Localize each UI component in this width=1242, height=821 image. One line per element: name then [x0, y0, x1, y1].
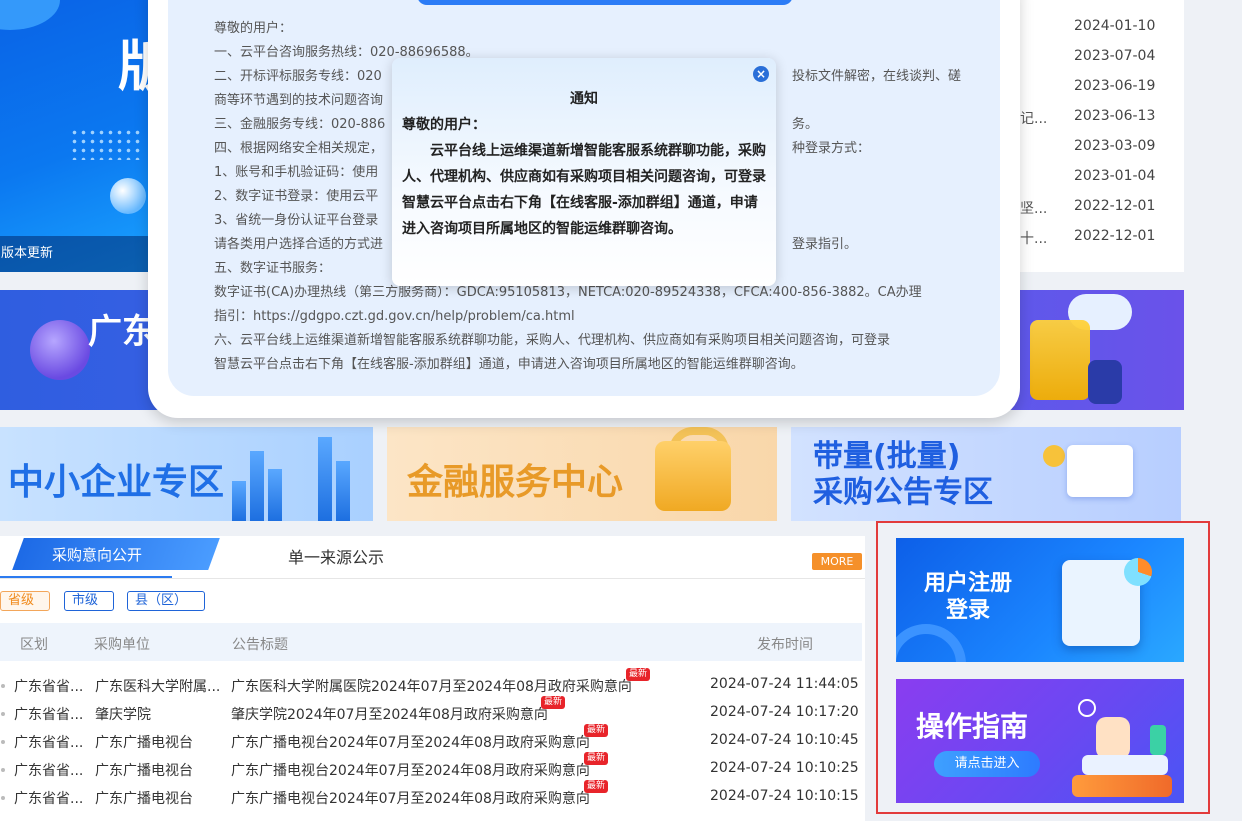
hero-banner[interactable]: 版 版本更新	[0, 0, 148, 272]
coin-icon	[1043, 445, 1065, 467]
table-row[interactable]: 广东省省... 广东广播电视台 广东广播电视台2024年07月至2024年08月…	[0, 780, 865, 812]
finance-center-title: 金融服务中心	[407, 462, 624, 503]
divider	[0, 578, 865, 579]
tab-intent-disclosure[interactable]: 采购意向公开	[52, 544, 142, 565]
new-badge: 最新	[584, 724, 609, 737]
new-badge: 最新	[584, 752, 609, 765]
new-badge: 最新	[584, 780, 609, 793]
new-badge: 最新	[626, 668, 651, 681]
news-item[interactable]: 2023-07-04	[1020, 42, 1184, 72]
modal-header-bar	[417, 0, 793, 5]
finance-center-tile[interactable]: 金融服务中心	[387, 427, 777, 521]
news-item[interactable]: 记... 2023-06-13	[1020, 102, 1184, 132]
bullet-dot	[1, 712, 5, 716]
news-item[interactable]: 2023-06-19	[1020, 72, 1184, 102]
books-illustration	[1072, 775, 1172, 797]
chart-screen-icon	[1067, 445, 1133, 497]
hero-big-text: 版	[118, 35, 148, 98]
new-badge: 最新	[541, 696, 566, 709]
news-item[interactable]: 2024-01-10	[1020, 12, 1184, 42]
filter-city[interactable]: 市级	[64, 591, 114, 611]
building-shape	[268, 469, 282, 521]
bullet-dot	[1, 768, 5, 772]
news-date: 2023-01-04	[1074, 168, 1156, 184]
building-shape	[318, 437, 332, 521]
bulk-purchase-tile[interactable]: 带量(批量) 采购公告专区	[791, 427, 1181, 521]
plant-icon	[1150, 725, 1166, 755]
news-date: 2023-03-09	[1074, 138, 1156, 154]
decor-sphere	[30, 320, 90, 380]
register-title: 用户注册 登录	[923, 571, 1012, 623]
building-shape	[336, 461, 350, 521]
tab-single-source[interactable]: 单一来源公示	[288, 544, 384, 568]
table-header: 区划 采购单位 公告标题 发布时间	[0, 623, 862, 661]
decor-dots	[70, 128, 140, 160]
filter-county[interactable]: 县（区）	[127, 591, 205, 611]
pie-chart-icon	[1124, 558, 1152, 586]
col-title: 公告标题	[232, 637, 288, 653]
col-time: 发布时间	[757, 637, 813, 653]
chair-illustration	[1088, 360, 1122, 404]
row-title-link[interactable]: 广东广播电视台2024年07月至2024年08月政府采购意向	[231, 732, 590, 752]
table-row[interactable]: 广东省省... 广东广播电视台 广东广播电视台2024年07月至2024年08月…	[0, 752, 865, 784]
col-unit: 采购单位	[94, 637, 150, 653]
row-title-link[interactable]: 广东广播电视台2024年07月至2024年08月政府采购意向	[231, 760, 590, 780]
news-date: 2022-12-01	[1074, 198, 1156, 214]
guide-enter-button[interactable]: 请点击进入	[934, 751, 1040, 777]
row-title-link[interactable]: 广东广播电视台2024年07月至2024年08月政府采购意向	[231, 788, 590, 808]
person-illustration	[1096, 717, 1130, 759]
news-date: 2024-01-10	[1074, 18, 1156, 34]
procurement-panel: 采购意向公开 单一来源公示 MORE 省级 市级 县（区） 区划 采购单位 公告…	[0, 536, 865, 821]
person-illustration	[1030, 320, 1090, 400]
building-shape	[250, 451, 264, 521]
user-register-login-card[interactable]: 用户注册 登录	[896, 538, 1184, 662]
news-list: 2024-01-10 2023-07-04 2023-06-19 记... 202…	[1020, 0, 1184, 272]
news-date: 2023-06-13	[1074, 108, 1156, 124]
news-item[interactable]: 十... 2022-12-01	[1020, 222, 1184, 252]
hero-caption[interactable]: 版本更新	[0, 236, 148, 272]
bulk-purchase-title: 带量(批量) 采购公告专区	[813, 439, 993, 510]
news-item[interactable]: 2023-01-04	[1020, 162, 1184, 192]
clock-icon	[1078, 699, 1096, 717]
table-row[interactable]: 广东省省... 广东广播电视台 广东广播电视台2024年07月至2024年08月…	[0, 724, 865, 756]
decor-circle	[0, 0, 60, 30]
col-region: 区划	[20, 637, 48, 653]
news-item[interactable]: 2023-03-09	[1020, 132, 1184, 162]
notice-text: 云平台线上运维渠道新增智能客服系统群聊功能，采购人、代理机构、供应商如有采购项目…	[402, 143, 766, 237]
notice-title: 通知	[570, 91, 598, 107]
bullet-dot	[1, 796, 5, 800]
decor-ball	[110, 178, 146, 214]
table-row[interactable]: 广东省省... 广东医科大学附属... 广东医科大学附属医院2024年07月至2…	[0, 668, 865, 700]
news-date: 2023-06-19	[1074, 78, 1156, 94]
row-title-link[interactable]: 肇庆学院2024年07月至2024年08月政府采购意向	[231, 704, 548, 724]
notice-greeting: 尊敬的用户：	[402, 117, 486, 133]
news-date: 2023-07-04	[1074, 48, 1156, 64]
news-item[interactable]: 坚... 2022-12-01	[1020, 192, 1184, 222]
notice-body: 尊敬的用户： 云平台线上运维渠道新增智能客服系统群聊功能，采购人、代理机构、供应…	[402, 112, 768, 242]
more-button[interactable]: MORE	[812, 553, 862, 570]
bullet-dot	[1, 740, 5, 744]
sme-zone-title: 中小企业专区	[8, 462, 225, 503]
sme-zone-tile[interactable]: 中小企业专区	[0, 427, 373, 521]
news-date: 2022-12-01	[1074, 228, 1156, 244]
bullet-dot	[1, 684, 5, 688]
banner-text: 广东	[88, 312, 156, 352]
guide-title: 操作指南	[916, 710, 1029, 743]
laptop-illustration	[1082, 755, 1168, 775]
operation-guide-card[interactable]: 操作指南 请点击进入	[896, 679, 1184, 803]
lock-icon	[655, 441, 731, 511]
notice-popup: × 通知 尊敬的用户： 云平台线上运维渠道新增智能客服系统群聊功能，采购人、代理…	[392, 58, 776, 286]
table-row[interactable]: 广东省省... 肇庆学院 肇庆学院2024年07月至2024年08月政府采购意向…	[0, 696, 865, 728]
active-tab-underline	[0, 576, 172, 578]
row-title-link[interactable]: 广东医科大学附属医院2024年07月至2024年08月政府采购意向	[231, 676, 632, 696]
decor-ring	[896, 624, 966, 662]
filter-provincial[interactable]: 省级	[0, 591, 50, 611]
close-icon[interactable]: ×	[753, 66, 769, 82]
building-shape	[232, 481, 246, 521]
